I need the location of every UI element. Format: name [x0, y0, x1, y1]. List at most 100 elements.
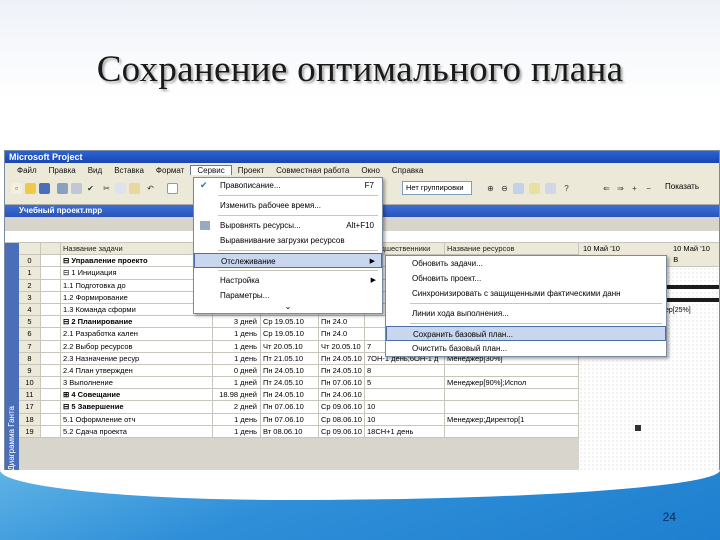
start-cell[interactable]: Пн 07.06.10	[261, 413, 319, 425]
start-cell[interactable]: Чт 20.05.10	[261, 340, 319, 352]
menu-item-spelling[interactable]: ✔ Правописание... F7	[194, 178, 382, 193]
table-row[interactable]: 10 3 Выполнение 1 дней Пт 24.05.10 Пн 07.06…	[19, 377, 579, 390]
menu-file[interactable]: Файл	[11, 166, 43, 175]
menu-window[interactable]: Окно	[355, 166, 386, 175]
resources-cell[interactable]	[445, 425, 579, 437]
submenu-item-update-project[interactable]: Обновить проект...	[386, 271, 666, 286]
zoom-out-icon[interactable]: ⊖	[499, 183, 510, 194]
undo-icon[interactable]: ↶	[145, 183, 156, 194]
row-id[interactable]: 9	[19, 364, 41, 377]
spell-check-icon[interactable]: ✔	[85, 183, 96, 194]
submenu-item-clear-baseline[interactable]: Очистить базовый план...	[386, 341, 666, 356]
header-task-name[interactable]: Название задачи	[61, 243, 213, 255]
row-id[interactable]: 7	[19, 340, 41, 352]
finish-cell[interactable]: Ср 09.06.10	[319, 425, 365, 437]
task-name-cell[interactable]: ⊟ 1 Инициация	[61, 267, 213, 279]
task-name-cell[interactable]: 2.4 План утвержден	[61, 364, 213, 377]
finish-cell[interactable]: Пн 24.0	[319, 316, 365, 328]
arrow-right-icon[interactable]: ⇒	[615, 183, 626, 194]
finish-cell[interactable]: Пн 24.05.10	[319, 352, 365, 364]
row-id[interactable]: 0	[19, 255, 41, 267]
table-row[interactable]: 17 ⊟ 5 Завершение 2 дней Пн 07.06.10 Ср 09.…	[19, 401, 579, 414]
task-name-cell[interactable]: 2.3 Назначение ресур	[61, 352, 213, 364]
finish-cell[interactable]: Ср 08.06.10	[319, 413, 365, 425]
task-name-cell[interactable]: 3 Выполнение	[61, 377, 213, 389]
zoom-in-icon[interactable]: ⊕	[485, 183, 496, 194]
start-cell[interactable]: Вт 08.06.10	[261, 425, 319, 437]
menu-format[interactable]: Формат	[150, 166, 190, 175]
resources-cell[interactable]	[445, 401, 579, 413]
menu-item-customize[interactable]: Настройка ▶	[194, 273, 382, 288]
group-by-combo[interactable]: Нет группировки	[402, 181, 472, 195]
task-name-cell[interactable]: 1.1 Подготовка до	[61, 279, 213, 291]
text-field-icon[interactable]	[167, 183, 178, 194]
menu-collaborate[interactable]: Совместная работа	[270, 166, 355, 175]
start-cell[interactable]: Пн 07.06.10	[261, 401, 319, 413]
duration-cell[interactable]: 1 день	[213, 413, 261, 425]
new-icon[interactable]: ▫	[11, 183, 22, 194]
menu-item-change-working-time[interactable]: Изменить рабочее время...	[194, 198, 382, 213]
paste-icon[interactable]	[129, 183, 140, 194]
save-icon[interactable]	[39, 183, 50, 194]
predecessors-cell[interactable]: 18СН+1 день	[365, 425, 445, 437]
help-icon[interactable]: ?	[561, 183, 572, 194]
task-name-cell[interactable]: 2.2 Выбор ресурсов	[61, 340, 213, 352]
row-id[interactable]: 18	[19, 413, 41, 425]
duration-cell[interactable]: 3 дней	[213, 316, 261, 328]
row-id[interactable]: 10	[19, 377, 41, 389]
finish-cell[interactable]: Пн 07.06.10	[319, 377, 365, 389]
predecessors-cell[interactable]: 10	[365, 401, 445, 413]
menu-item-leveling[interactable]: Выравнивание загрузки ресурсов	[194, 233, 382, 248]
row-id[interactable]: 5	[19, 316, 41, 328]
predecessors-cell[interactable]: 8	[365, 364, 445, 377]
minus-icon[interactable]: −	[643, 183, 654, 194]
duration-cell[interactable]: 1 день	[213, 352, 261, 364]
menu-insert[interactable]: Вставка	[108, 166, 150, 175]
task-name-cell[interactable]: 1.2 Формирование	[61, 291, 213, 303]
submenu-item-save-baseline[interactable]: Сохранить базовый план...	[386, 326, 666, 341]
menu-item-level-resources[interactable]: Выровнять ресурсы... Alt+F10	[194, 218, 382, 233]
duration-cell[interactable]: 0 дней	[213, 364, 261, 377]
task-name-cell[interactable]: ⊟ 2 Планирование	[61, 316, 213, 328]
resources-cell[interactable]	[445, 364, 579, 377]
copy-picture-icon[interactable]	[529, 183, 540, 194]
resources-cell[interactable]: Менеджер[90%];Испол	[445, 377, 579, 389]
start-cell[interactable]: Пн 24.05.10	[261, 364, 319, 377]
task-name-cell[interactable]: ⊞ 4 Совещание	[61, 389, 213, 401]
task-info-icon[interactable]	[545, 183, 556, 194]
row-id[interactable]: 8	[19, 352, 41, 364]
start-cell[interactable]: Ср 19.05.10	[261, 316, 319, 328]
task-name-cell[interactable]: 2.1 Разработка кален	[61, 328, 213, 340]
submenu-item-sync-actuals[interactable]: Синхронизировать с защищенными фактическ…	[386, 286, 666, 301]
menu-view[interactable]: Вид	[82, 166, 108, 175]
table-row[interactable]: 18 5.1 Оформление отч 1 день Пн 07.06.10 Ср…	[19, 413, 579, 426]
copy-icon[interactable]	[115, 183, 126, 194]
submenu-item-update-tasks[interactable]: Обновить задачи...	[386, 256, 666, 271]
duration-cell[interactable]: 1 день	[213, 425, 261, 437]
row-id[interactable]: 6	[19, 328, 41, 340]
show-button[interactable]: Показать	[665, 182, 699, 191]
cut-icon[interactable]: ✂	[101, 183, 112, 194]
finish-cell[interactable]: Ср 09.06.10	[319, 401, 365, 413]
menu-service[interactable]: Сервис	[190, 165, 232, 175]
menu-item-tracking[interactable]: Отслеживание ▶	[194, 253, 382, 268]
row-id[interactable]: 2	[19, 279, 41, 291]
resources-cell[interactable]	[445, 389, 579, 401]
duration-cell[interactable]: 2 дней	[213, 401, 261, 413]
finish-cell[interactable]: Пн 24.05.10	[319, 364, 365, 377]
finish-cell[interactable]: Пн 24.06.10	[319, 389, 365, 401]
row-id[interactable]: 17	[19, 401, 41, 413]
row-id[interactable]: 3	[19, 291, 41, 303]
goto-task-icon[interactable]	[513, 183, 524, 194]
menu-project[interactable]: Проект	[232, 166, 270, 175]
resources-cell[interactable]: Менеджер;Директор[1	[445, 413, 579, 425]
open-icon[interactable]	[25, 183, 36, 194]
arrow-left-icon[interactable]: ⇐	[601, 183, 612, 194]
task-name-cell[interactable]: 5.2 Сдача проекта	[61, 425, 213, 437]
menu-item-options[interactable]: Параметры...	[194, 288, 382, 303]
row-id[interactable]: 4	[19, 303, 41, 316]
duration-cell[interactable]: 1 день	[213, 340, 261, 352]
task-name-cell[interactable]: ⊟ Управление проекто	[61, 255, 213, 267]
gantt-milestone[interactable]	[635, 425, 641, 431]
finish-cell[interactable]: Пн 24.0	[319, 328, 365, 340]
